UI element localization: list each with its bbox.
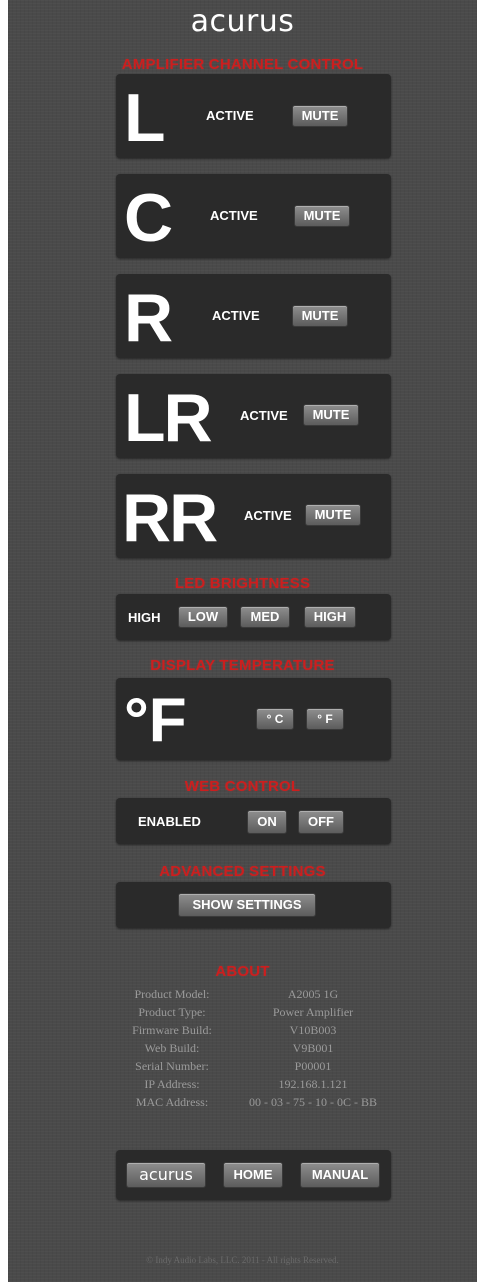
temperature-unit-display: °F [124,686,187,755]
led-med-button[interactable]: MED [240,606,290,628]
acurus-logo-button[interactable]: acurus [126,1162,206,1188]
led-low-button[interactable]: LOW [178,606,228,628]
web-control-section-title: WEB CONTROL [184,778,301,795]
mute-button-lr[interactable]: MUTE [303,404,359,426]
about-label-type: Product Type: [138,1005,206,1019]
about-label-mac: MAC Address: [135,1095,209,1109]
web-control-on-button[interactable]: ON [247,810,287,834]
channel-status: ACTIVE [244,508,292,523]
channel-panel-l: L ACTIVE MUTE [116,74,391,158]
channel-label: RR [122,480,218,556]
advanced-panel: SHOW SETTINGS [116,882,391,928]
about-section-title: ABOUT [215,963,270,980]
led-current-level: HIGH [128,610,161,625]
about-value-web-build: V9B001 [292,1041,334,1055]
led-panel: HIGH LOW MED HIGH [116,594,391,640]
channel-panel-rr: RR ACTIVE MUTE [116,474,391,558]
channel-label: LR [124,380,213,456]
fahrenheit-button[interactable]: ° F [306,708,344,730]
about-label-serial: Serial Number: [135,1059,209,1073]
home-button[interactable]: HOME [223,1162,283,1188]
channel-status: ACTIVE [240,408,288,423]
about-label-ip: IP Address: [144,1077,200,1091]
mute-button-l[interactable]: MUTE [292,105,348,127]
channel-status: ACTIVE [212,308,260,323]
copyright-footer: © Indy Audio Labs, LLC. 2011 - All right… [146,1255,339,1265]
about-value-serial: P00001 [294,1059,332,1073]
channel-status: ACTIVE [210,208,258,223]
show-settings-button[interactable]: SHOW SETTINGS [178,893,316,917]
about-value-model: A2005 1G [287,987,339,1001]
led-section-title: LED BRIGHTNESS [174,575,311,592]
web-control-off-button[interactable]: OFF [298,810,344,834]
about-value-type: Power Amplifier [272,1005,354,1019]
channel-label: C [124,180,174,256]
mute-button-r[interactable]: MUTE [292,305,348,327]
about-label-model: Product Model: [134,987,210,1001]
acurus-logo: acurus [8,4,477,39]
about-value-firmware: V10B003 [289,1023,337,1037]
about-value-mac: 00 - 03 - 75 - 10 - 0C - BB [249,1095,377,1109]
amplifier-section-title: AMPLIFIER CHANNEL CONTROL [121,56,364,73]
temperature-panel: °F ° C ° F [116,678,391,760]
advanced-section-title: ADVANCED SETTINGS [159,863,326,880]
led-high-button[interactable]: HIGH [304,606,356,628]
temperature-section-title: DISPLAY TEMPERATURE [150,657,335,674]
mute-button-rr[interactable]: MUTE [305,504,361,526]
nav-panel: acurus HOME MANUAL [116,1150,391,1200]
about-value-ip: 192.168.1.121 [278,1077,348,1091]
about-label-firmware: Firmware Build: [132,1023,212,1037]
channel-panel-c: C ACTIVE MUTE [116,174,391,258]
celsius-button[interactable]: ° C [256,708,294,730]
about-label-web-build: Web Build: [144,1041,200,1055]
page: acurus AMPLIFIER CHANNEL CONTROL L ACTIV… [8,0,477,1282]
manual-button[interactable]: MANUAL [300,1162,380,1188]
logo-text: acurus [190,4,295,39]
web-control-status: ENABLED [138,814,201,829]
web-control-panel: ENABLED ON OFF [116,798,391,844]
mute-button-c[interactable]: MUTE [294,205,350,227]
channel-panel-r: R ACTIVE MUTE [116,274,391,358]
channel-status: ACTIVE [206,108,254,123]
channel-panel-lr: LR ACTIVE MUTE [116,374,391,458]
channel-label: L [124,80,166,156]
channel-label: R [124,280,174,356]
